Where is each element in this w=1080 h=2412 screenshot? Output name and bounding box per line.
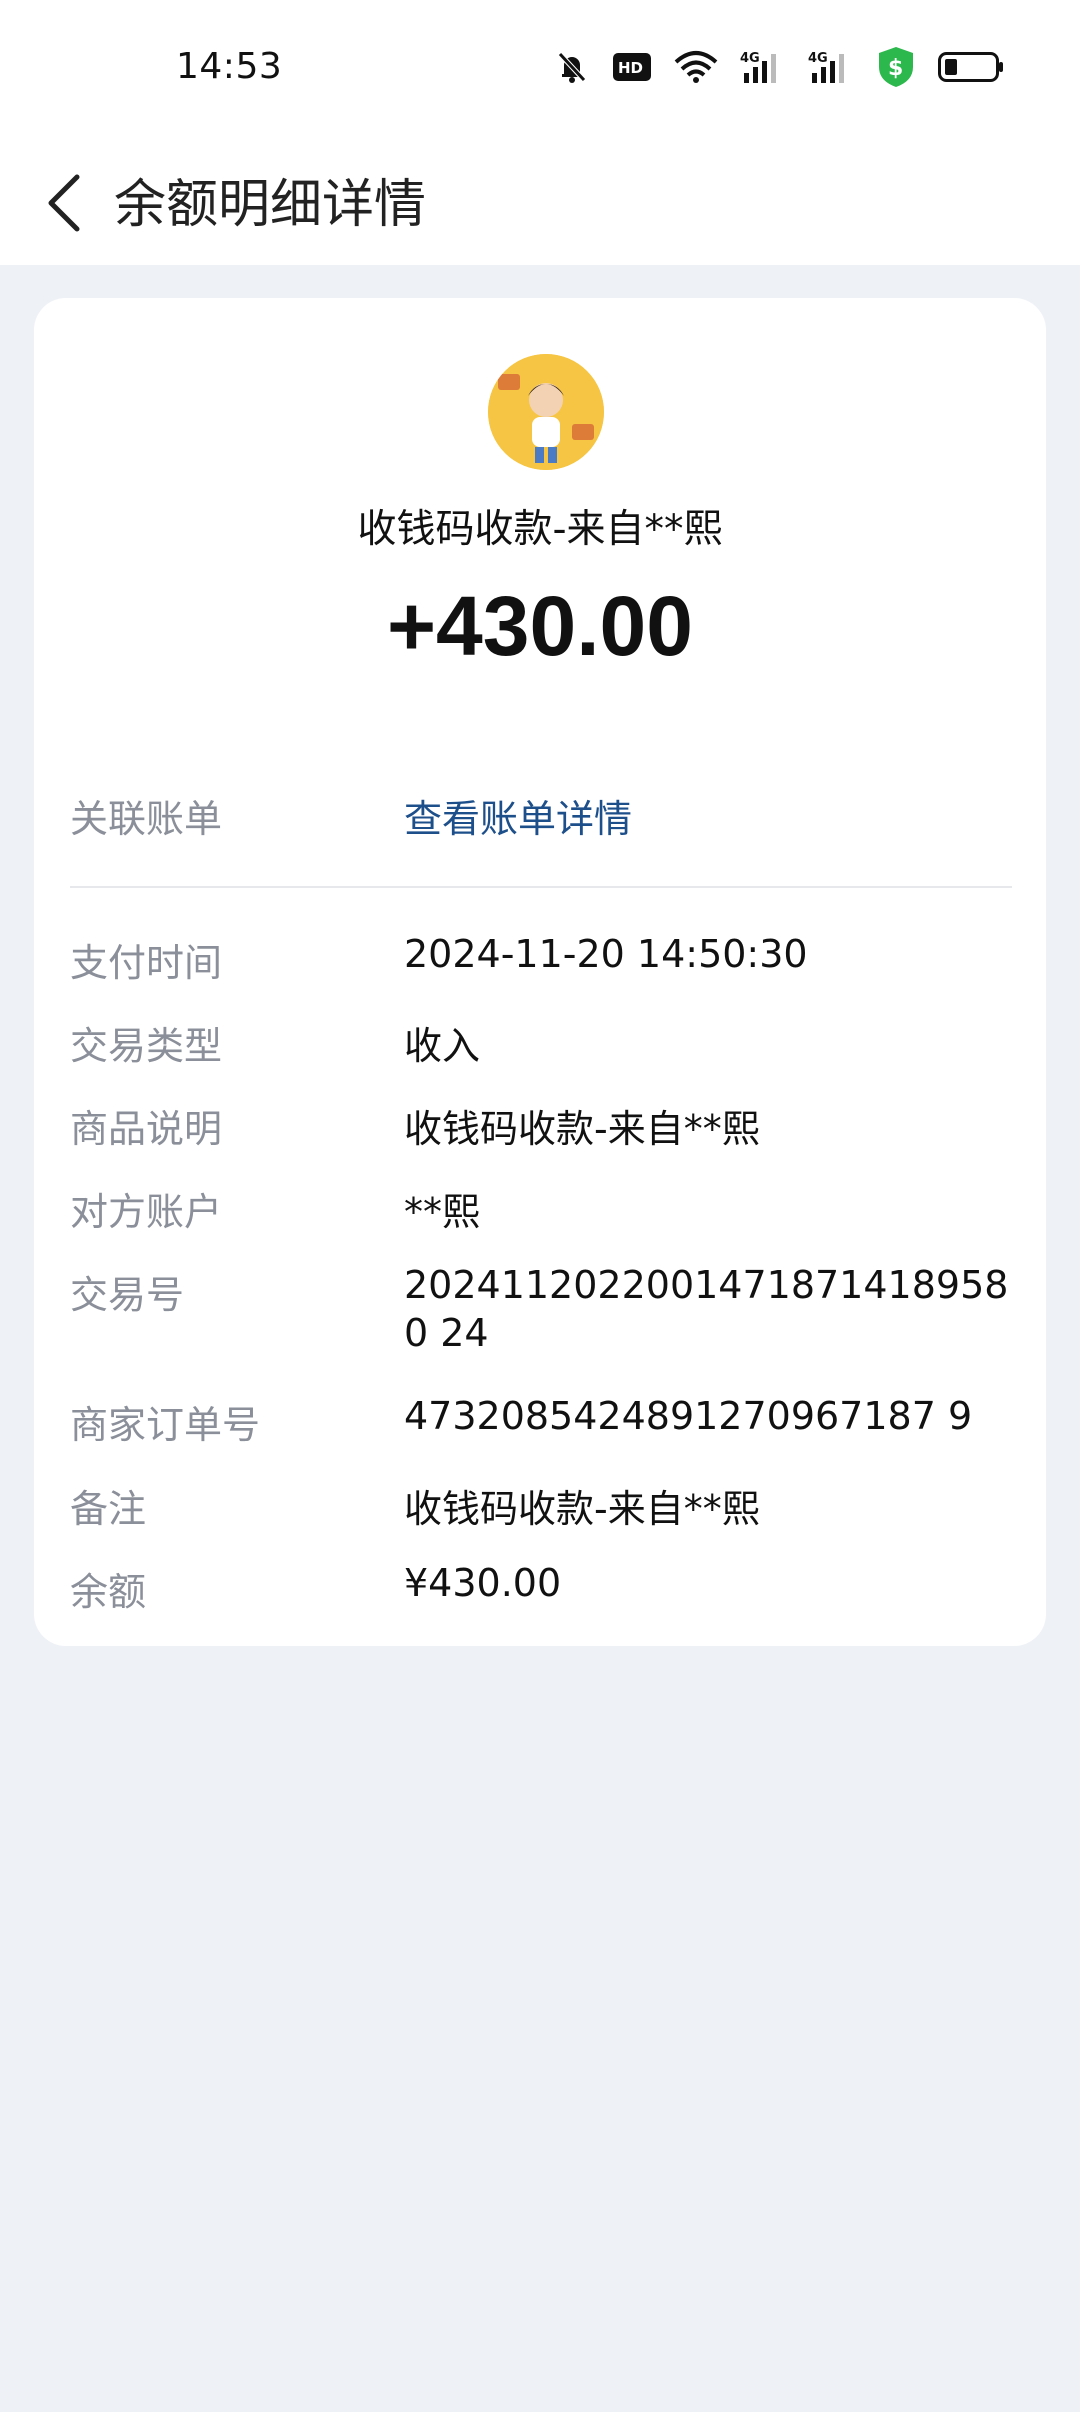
- item-description-label: 商品说明: [70, 1107, 223, 1151]
- page-title: 余额明细详情: [114, 175, 427, 235]
- view-bill-details-link[interactable]: 查看账单详情: [404, 788, 632, 843]
- bell-muted-icon: [554, 49, 590, 85]
- hd-icon: HD: [612, 52, 652, 82]
- remark-value: 收钱码收款-来自**熙: [404, 1487, 760, 1531]
- transaction-id-value: 20241120220014718714189580 24: [404, 1263, 1009, 1355]
- avatar: [488, 354, 604, 470]
- remark-label: 备注: [70, 1487, 147, 1531]
- svg-text:4G: 4G: [740, 51, 760, 66]
- amount: +430.00: [387, 579, 693, 673]
- battery-icon: [938, 52, 1004, 82]
- payee-title: 收钱码收款-来自**熙: [357, 507, 723, 552]
- transaction-type-value: 收入: [404, 1024, 481, 1068]
- balance-label: 余额: [70, 1570, 147, 1614]
- status-time: 14:53: [176, 46, 283, 87]
- chevron-left-icon: [45, 173, 85, 237]
- transaction-detail-card: 收钱码收款-来自**熙 +430.00 关联账单 查看账单详情 支付时间 202…: [34, 298, 1046, 1646]
- wifi-icon: [674, 50, 718, 84]
- svg-text:$: $: [888, 56, 903, 81]
- back-button[interactable]: [30, 170, 100, 240]
- payment-time-value: 2024-11-20 14:50:30: [404, 932, 808, 976]
- counterparty-account-value: **熙: [404, 1190, 481, 1234]
- payment-time-label: 支付时间: [70, 941, 223, 985]
- merchant-order-value: 4732085424891270967187 9: [404, 1394, 973, 1438]
- nav-bar: 余额明细详情: [0, 140, 1080, 265]
- svg-text:4G: 4G: [808, 51, 828, 66]
- transaction-type-label: 交易类型: [70, 1024, 223, 1068]
- balance-value: ¥430.00: [404, 1561, 562, 1605]
- counterparty-account-label: 对方账户: [70, 1190, 223, 1234]
- merchant-order-label: 商家订单号: [70, 1403, 261, 1447]
- svg-text:HD: HD: [618, 59, 643, 77]
- item-description-value: 收钱码收款-来自**熙: [404, 1107, 760, 1151]
- status-bar: 14:53 HD 4G 4G $: [0, 0, 1080, 140]
- signal-4g-icon: 4G: [740, 49, 786, 85]
- related-bill-label: 关联账单: [70, 797, 223, 841]
- signal-4g-icon: 4G: [808, 49, 854, 85]
- status-icons: HD 4G 4G $: [554, 42, 1004, 92]
- shield-dollar-icon: $: [876, 45, 916, 89]
- divider: [70, 886, 1012, 888]
- transaction-id-label: 交易号: [70, 1273, 185, 1317]
